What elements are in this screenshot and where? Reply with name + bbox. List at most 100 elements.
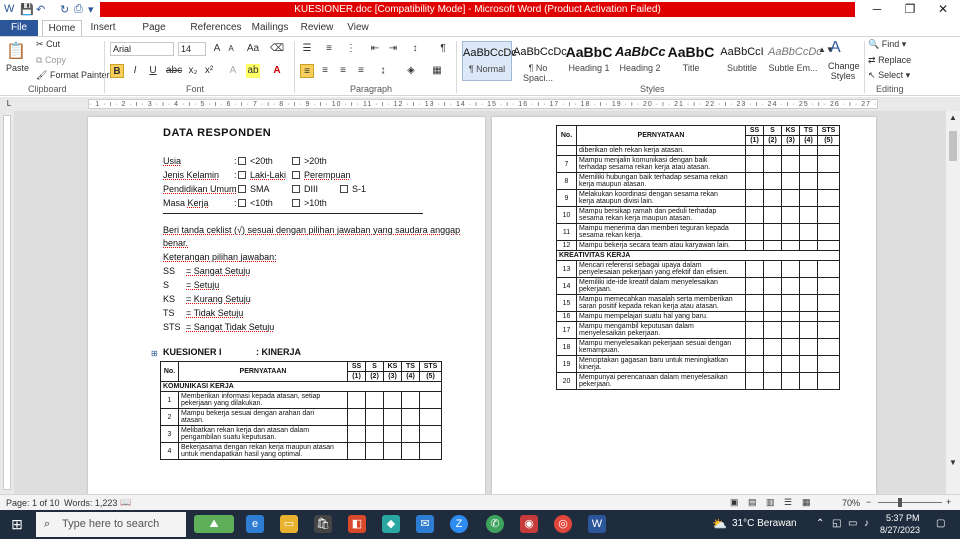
style-subtle-emphasis[interactable]: AaBbCcDc Subtle Em... xyxy=(768,41,822,81)
mk-option-1[interactable]: <10th xyxy=(238,198,273,208)
line-spacing-icon[interactable]: ↨ xyxy=(376,64,390,78)
scroll-down-icon[interactable]: ▼ xyxy=(946,456,960,470)
pend-option-2[interactable]: DIII xyxy=(292,184,318,194)
tab-mailings[interactable]: Mailings xyxy=(248,20,292,36)
paste-button[interactable]: Paste xyxy=(6,63,29,73)
jk-option-1[interactable]: Laki-Laki xyxy=(238,170,286,180)
weather-icon[interactable]: ⛅ xyxy=(712,517,727,531)
copy-button[interactable]: ⧉ Copy xyxy=(36,55,66,66)
news-widget-icon[interactable]: ⛰ xyxy=(194,515,234,533)
scroll-thumb[interactable] xyxy=(949,131,957,161)
style-subtitle[interactable]: AaBbCcI Subtitle xyxy=(717,41,767,81)
replace-button[interactable]: ⇄ Replace xyxy=(868,55,911,66)
battery-icon[interactable]: ▭ xyxy=(848,518,857,529)
superscript-icon[interactable]: x² xyxy=(202,64,216,78)
vscode-icon[interactable]: ◆ xyxy=(382,515,400,533)
zoom-in-icon[interactable]: + xyxy=(946,497,951,507)
jk-option-2[interactable]: Perempuan xyxy=(292,170,351,180)
tab-references[interactable]: References xyxy=(188,20,244,36)
text-effects-icon[interactable]: A xyxy=(226,64,240,78)
style-heading-2[interactable]: AaBbCc Heading 2 xyxy=(615,41,666,81)
style-no-spacing[interactable]: AaBbCcDc ¶ No Spaci... xyxy=(513,41,567,83)
change-styles-button[interactable]: Change Styles xyxy=(828,61,860,81)
decrease-indent-icon[interactable]: ⇤ xyxy=(368,42,382,56)
highlight-icon[interactable]: ab xyxy=(246,64,260,78)
pilcrow-icon[interactable]: ¶ xyxy=(436,42,450,56)
zoom-app-icon[interactable]: Z xyxy=(450,515,468,533)
windows-start-icon[interactable]: ⊞ xyxy=(8,515,26,533)
style-title[interactable]: AaBbC Title xyxy=(666,41,716,81)
justify-icon[interactable]: ≡ xyxy=(354,64,368,78)
tab-selector-icon[interactable]: L xyxy=(2,97,16,111)
align-center-icon[interactable]: ≡ xyxy=(318,64,332,78)
sort-icon[interactable]: ↕ xyxy=(408,42,422,56)
file-explorer-icon[interactable]: ▭ xyxy=(280,515,298,533)
app-icon[interactable]: ◉ xyxy=(520,515,538,533)
edge-icon[interactable]: e xyxy=(246,515,264,533)
zoom-slider-thumb[interactable] xyxy=(898,498,902,507)
strikethrough-icon[interactable]: abc xyxy=(166,64,182,78)
font-size-combo[interactable]: 14 xyxy=(178,42,206,56)
tray-chevron-icon[interactable]: ⌃ xyxy=(816,518,824,529)
word-taskbar-icon[interactable]: W xyxy=(588,515,606,533)
clock-time[interactable]: 5:37 PM xyxy=(886,513,920,523)
style-normal[interactable]: AaBbCcDc ¶ Normal xyxy=(462,41,517,81)
kuesioner-table-2[interactable]: No. PERNYATAAN SS S KS TS STS (1) (2) (3) (4) (5)… xyxy=(556,125,840,390)
mk-option-2[interactable]: >10th xyxy=(292,198,327,208)
shrink-font-icon[interactable]: A xyxy=(224,42,238,56)
taskbar-search[interactable]: ⌕ Type here to search xyxy=(36,512,186,537)
page-count[interactable]: Page: 1 of 10 xyxy=(6,498,60,508)
chrome-icon[interactable]: ◎ xyxy=(554,515,572,533)
mail-icon[interactable]: ✉ xyxy=(416,515,434,533)
font-name-combo[interactable]: Arial xyxy=(110,42,174,56)
change-case-icon[interactable]: Aa xyxy=(246,42,260,56)
style-heading-1[interactable]: AaBbC Heading 1 xyxy=(564,41,614,81)
view-full-screen-icon[interactable]: ▤ xyxy=(748,497,757,508)
zoom-slider[interactable] xyxy=(878,502,942,503)
view-web-icon[interactable]: ▥ xyxy=(766,497,775,508)
scroll-up-icon[interactable]: ▲ xyxy=(946,111,960,125)
word-count[interactable]: Words: 1,223 xyxy=(64,498,117,508)
tab-insert[interactable]: Insert xyxy=(86,20,120,36)
zoom-level[interactable]: 70% xyxy=(842,498,860,508)
multilevel-list-icon[interactable]: ⋮ xyxy=(344,42,358,56)
save-icon[interactable]: 💾 xyxy=(20,3,34,16)
italic-icon[interactable]: I xyxy=(128,64,142,78)
tab-home[interactable]: Home xyxy=(42,20,82,37)
print-icon[interactable]: ⎙ xyxy=(74,3,83,16)
view-print-layout-icon[interactable]: ▣ xyxy=(730,497,739,508)
notification-icon[interactable]: ▢ xyxy=(936,518,945,529)
shading-icon[interactable]: ◈ xyxy=(404,64,418,78)
bullets-icon[interactable]: ☰ xyxy=(300,42,314,56)
zoom-out-icon[interactable]: − xyxy=(866,497,871,507)
bold-icon[interactable]: B xyxy=(110,64,124,78)
view-draft-icon[interactable]: ▦ xyxy=(802,497,811,508)
font-color-icon[interactable]: A xyxy=(270,64,284,78)
borders-icon[interactable]: ▦ xyxy=(430,64,444,78)
office-icon[interactable]: ◧ xyxy=(348,515,366,533)
minimize-icon[interactable]: ─ xyxy=(862,2,892,16)
page-2[interactable]: No. PERNYATAAN SS S KS TS STS (1) (2) (3) (4) (5)… xyxy=(492,117,876,494)
restore-icon[interactable]: ❐ xyxy=(895,2,925,16)
numbering-icon[interactable]: ≡ xyxy=(322,42,336,56)
select-button[interactable]: ↖ Select ▾ xyxy=(868,70,910,81)
close-icon[interactable]: ✕ xyxy=(928,2,958,16)
weather-text[interactable]: 31°C Berawan xyxy=(732,518,797,529)
pend-option-1[interactable]: SMA xyxy=(238,184,270,194)
horizontal-ruler[interactable]: L · 1 · ı · 2 · ı · 3 · ı · 4 · ı · 5 · … xyxy=(0,97,960,111)
word-icon[interactable]: W xyxy=(4,3,14,15)
align-left-icon[interactable]: ≡ xyxy=(300,64,314,78)
clear-format-icon[interactable]: ⌫ xyxy=(270,42,284,56)
network-icon[interactable]: ◱ xyxy=(832,518,841,529)
usia-option-2[interactable]: >20th xyxy=(292,156,327,166)
customize-qat-icon[interactable]: ▾ xyxy=(88,3,94,16)
vertical-ruler[interactable] xyxy=(0,111,14,494)
whatsapp-icon[interactable]: ✆ xyxy=(486,515,504,533)
clipboard-icon[interactable]: 📋 xyxy=(6,41,26,61)
tab-view[interactable]: View xyxy=(342,20,374,36)
store-icon[interactable]: 🛍 xyxy=(314,515,332,533)
change-styles-icon[interactable]: A xyxy=(830,39,841,57)
view-outline-icon[interactable]: ☰ xyxy=(784,497,792,508)
pend-option-3[interactable]: S-1 xyxy=(340,184,366,194)
proofing-icon[interactable]: 📖 xyxy=(120,497,131,508)
